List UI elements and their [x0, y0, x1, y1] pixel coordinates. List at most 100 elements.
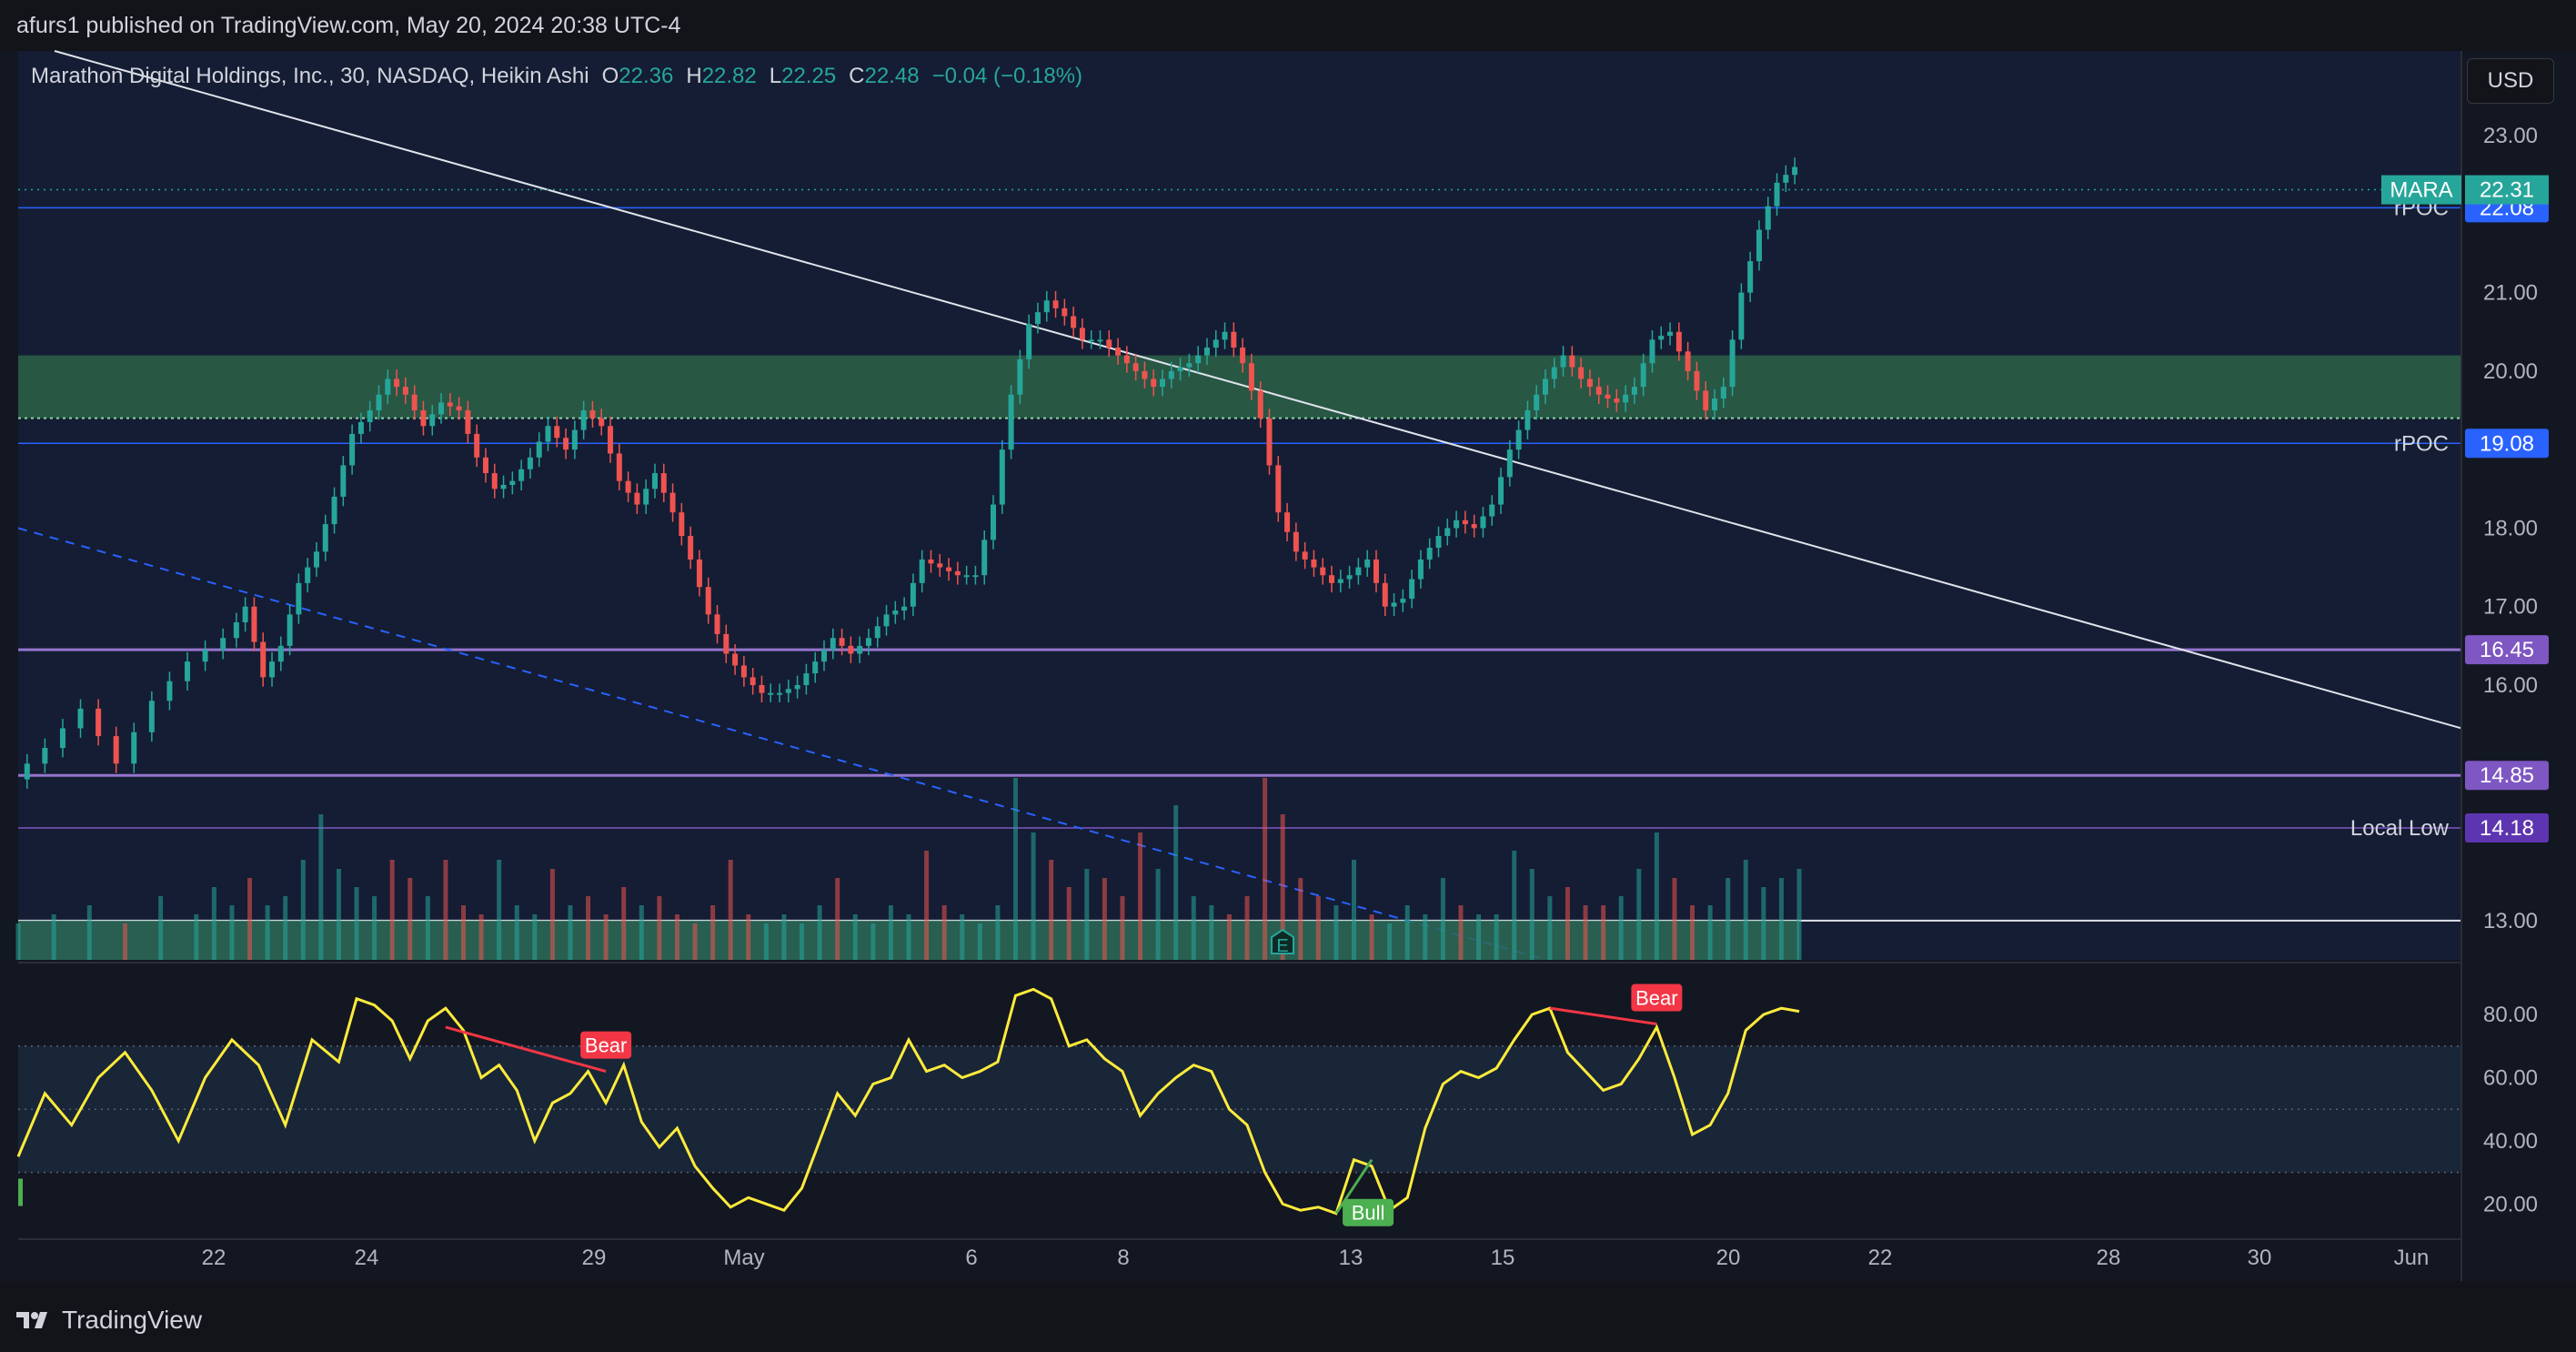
candle-body [385, 378, 391, 395]
currency-button[interactable]: USD [2467, 58, 2554, 104]
candle-body [1257, 390, 1263, 419]
candle-body [812, 661, 819, 674]
candle-body [1444, 528, 1451, 537]
candle-body [1346, 575, 1353, 580]
support-price-tag-text: 16.45 [2480, 638, 2534, 662]
candle-body [1774, 182, 1780, 207]
time-tick-label: 8 [1117, 1246, 1129, 1270]
time-tick-label: 22 [202, 1246, 226, 1270]
volume-bar [1155, 869, 1161, 960]
candle-body [589, 410, 596, 419]
volume-bar [478, 914, 484, 960]
candle-body [1168, 370, 1174, 379]
chart-canvas[interactable]: rPOCrPOCLocal LowE BearBullBear 22.0819.… [0, 0, 2576, 1281]
divergence-badge-text: Bear [1635, 987, 1677, 1010]
volume-bar [1618, 896, 1624, 960]
candle-body [1311, 559, 1317, 568]
candle-body [571, 429, 578, 450]
legend-open-value: 22.36 [619, 64, 674, 88]
volume-bar [710, 905, 716, 960]
candle-body [554, 426, 560, 439]
volume-bar [603, 914, 609, 960]
volume-bar [1458, 905, 1464, 960]
volume-bar [995, 905, 1001, 960]
volume-bar [1512, 851, 1517, 960]
price-tick-label: 17.00 [2483, 595, 2538, 620]
candle-body [777, 692, 783, 695]
candle-body [1756, 229, 1762, 262]
candle-body [367, 410, 373, 422]
candle-body [131, 731, 137, 764]
candle-body [1738, 292, 1745, 340]
candle-body [277, 645, 284, 662]
volume-bar [800, 923, 805, 960]
candle-body [242, 606, 248, 622]
candle-body [954, 570, 961, 576]
candle-body [1266, 418, 1273, 466]
time-tick-label: 6 [965, 1246, 977, 1270]
candle-body [233, 621, 239, 639]
volume-bar [941, 905, 947, 960]
volume-bar [425, 896, 430, 960]
candle-body [420, 410, 427, 427]
footer-bar [0, 1281, 2576, 1352]
candle-body [251, 606, 257, 642]
candle-body [1747, 261, 1754, 293]
candle-body [1792, 166, 1798, 176]
volume-bar [1476, 914, 1482, 960]
candle-body [1524, 410, 1531, 430]
candle-body [1329, 575, 1335, 583]
volume-bar [1191, 896, 1196, 960]
volume-bar [1352, 860, 1356, 960]
candle-body [1542, 378, 1548, 395]
rPOC-label: rPOC [2394, 431, 2449, 456]
candle-body [634, 492, 640, 505]
time-tick-label: 20 [1716, 1246, 1741, 1270]
volume-bar [1226, 914, 1232, 960]
volume-bar [15, 923, 21, 960]
candle-body [820, 650, 827, 662]
rPOC-price-tag-text: 19.08 [2480, 431, 2534, 456]
candle-body [865, 638, 871, 646]
candle-body [1506, 449, 1513, 478]
candle-body [1551, 367, 1557, 379]
volume-bar [1601, 905, 1606, 960]
volume-bar [1778, 878, 1784, 960]
candle-body [509, 480, 516, 485]
volume-bar [1012, 778, 1018, 960]
rsi-tick-label: 20.00 [2483, 1192, 2538, 1216]
volume-bar [568, 905, 573, 960]
volume-bar [960, 914, 965, 960]
candle-body [474, 433, 480, 458]
candle-body [910, 582, 916, 607]
volume-bar [1565, 887, 1570, 960]
volume-bar [229, 905, 235, 960]
volume-bar [514, 905, 519, 960]
candle-body [830, 638, 836, 651]
candle-body [518, 469, 525, 481]
time-tick-label: 30 [2248, 1246, 2272, 1270]
tradingview-logo[interactable]: TradingView [16, 1306, 202, 1335]
volume-bar [977, 923, 982, 960]
legend-symbol: Marathon Digital Holdings, Inc., 30, NAS… [31, 64, 589, 88]
price-tick-label: 18.00 [2483, 516, 2538, 540]
rsi-tick-label: 60.00 [2483, 1066, 2538, 1091]
candle-body [59, 728, 65, 749]
rsi-marker [18, 1178, 23, 1206]
volume-bar [621, 887, 627, 960]
local-low-price-tag-text: 14.18 [2480, 816, 2534, 841]
candle-body [1783, 175, 1789, 183]
symbol-legend: Marathon Digital Holdings, Inc., 30, NAS… [31, 64, 1082, 89]
candle-body [563, 438, 569, 450]
volume-bar [336, 869, 341, 960]
candle-body [1203, 347, 1210, 356]
volume-bar [674, 914, 679, 960]
volume-bar [300, 860, 306, 960]
candle-body [1293, 531, 1299, 552]
candle-body [1471, 524, 1477, 529]
candle-body [185, 661, 191, 681]
support-price-tag-text: 14.85 [2480, 763, 2534, 788]
volume-bar [1209, 905, 1214, 960]
volume-bar [211, 887, 216, 960]
resistance-zone [18, 355, 2461, 419]
